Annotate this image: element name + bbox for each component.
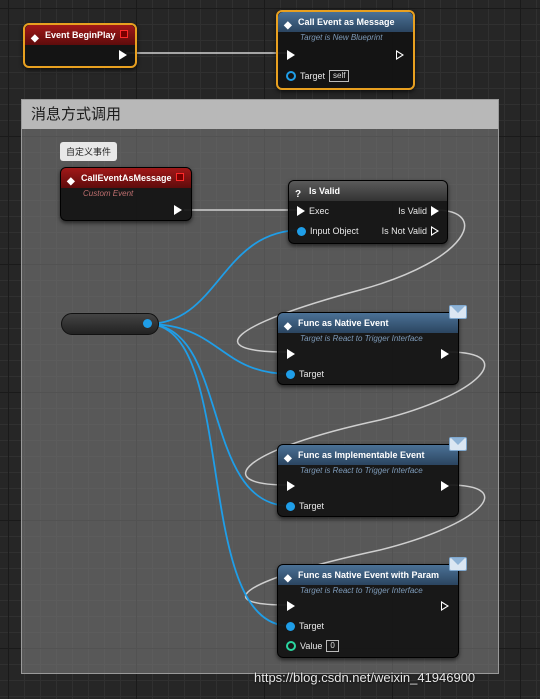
pin-label: Target xyxy=(299,369,325,379)
node-func-native-event-with-param[interactable]: ◆ Func as Native Event with Param Target… xyxy=(277,564,459,658)
react-variable-node[interactable] xyxy=(61,313,159,335)
question-icon: ? xyxy=(295,189,302,200)
node-subtitle: Target is React to Trigger Interface xyxy=(300,586,423,595)
custom-event-tooltip: 自定义事件 xyxy=(60,142,118,161)
node-subtitle: Target is React to Trigger Interface xyxy=(300,334,423,343)
value-input[interactable]: 0 xyxy=(326,640,339,652)
function-icon: ◆ xyxy=(284,321,292,332)
message-envelope-icon xyxy=(449,305,467,319)
exec-out-pin[interactable] xyxy=(431,206,439,216)
event-diamond-icon: ◆ xyxy=(31,33,39,44)
target-pin[interactable] xyxy=(286,501,295,511)
node-title: Event BeginPlay xyxy=(45,30,116,40)
exec-out-pin[interactable] xyxy=(396,50,404,60)
exec-in-pin[interactable] xyxy=(287,349,295,359)
pin-label: Input Object xyxy=(310,226,359,236)
exec-out-pin[interactable] xyxy=(441,349,449,359)
node-custom-event[interactable]: ◆ CallEventAsMessage Custom Event xyxy=(60,167,192,221)
pin-label: Target xyxy=(300,71,326,81)
node-func-native-event[interactable]: ◆ Func as Native Event Target is React t… xyxy=(277,312,459,385)
watermark: https://blog.csdn.net/weixin_41946900 xyxy=(254,670,476,685)
node-title: Func as Native Event xyxy=(298,318,389,328)
node-title: CallEventAsMessage xyxy=(81,173,172,183)
node-subtitle: Target is React to Trigger Interface xyxy=(300,466,423,475)
function-icon: ◆ xyxy=(284,573,292,584)
exec-out-pin[interactable] xyxy=(441,601,449,611)
pin-label: Is Valid xyxy=(398,206,427,216)
node-call-event-as-message[interactable]: ◆ Call Event as Message Target is New Bl… xyxy=(276,10,415,90)
message-envelope-icon xyxy=(449,557,467,571)
node-title: Func as Implementable Event xyxy=(298,450,425,460)
comment-title[interactable]: 消息方式调用 xyxy=(22,100,498,129)
node-title: Call Event as Message xyxy=(298,17,395,27)
function-icon: ◆ xyxy=(284,453,292,464)
node-event-beginplay[interactable]: ◆ Event BeginPlay xyxy=(23,23,137,68)
exec-out-pin[interactable] xyxy=(119,50,127,60)
event-diamond-icon: ◆ xyxy=(67,176,75,187)
function-icon: ◆ xyxy=(284,20,292,31)
react-out-pin[interactable] xyxy=(143,319,152,328)
node-func-implementable-event[interactable]: ◆ Func as Implementable Event Target is … xyxy=(277,444,459,517)
target-pin[interactable] xyxy=(286,369,295,379)
exec-in-pin[interactable] xyxy=(287,601,295,611)
node-subtitle: Target is New Blueprint xyxy=(300,33,383,42)
exec-out-pin[interactable] xyxy=(441,481,449,491)
value-pin[interactable] xyxy=(286,641,296,651)
target-pin[interactable] xyxy=(286,71,296,81)
target-pin[interactable] xyxy=(286,621,295,631)
pin-label: Target xyxy=(299,501,325,511)
node-title: Func as Native Event with Param xyxy=(298,570,440,580)
input-object-pin[interactable] xyxy=(297,226,306,236)
node-title: Is Valid xyxy=(309,186,341,196)
delegate-pin[interactable] xyxy=(120,30,128,38)
pin-label: Is Not Valid xyxy=(381,226,427,236)
delegate-pin[interactable] xyxy=(176,173,184,181)
exec-in-pin[interactable] xyxy=(297,206,305,216)
exec-in-pin[interactable] xyxy=(287,481,295,491)
message-envelope-icon xyxy=(449,437,467,451)
target-value[interactable]: self xyxy=(329,70,350,82)
exec-out-pin[interactable] xyxy=(174,205,182,215)
node-subtitle: Custom Event xyxy=(83,189,134,198)
pin-label: Target xyxy=(299,621,325,631)
exec-out-pin[interactable] xyxy=(431,226,439,236)
pin-label: Exec xyxy=(309,206,330,216)
node-is-valid[interactable]: ? Is Valid Exec Is Valid Input Object Is… xyxy=(288,180,448,244)
exec-in-pin[interactable] xyxy=(287,50,295,60)
pin-label: Value xyxy=(300,641,323,651)
